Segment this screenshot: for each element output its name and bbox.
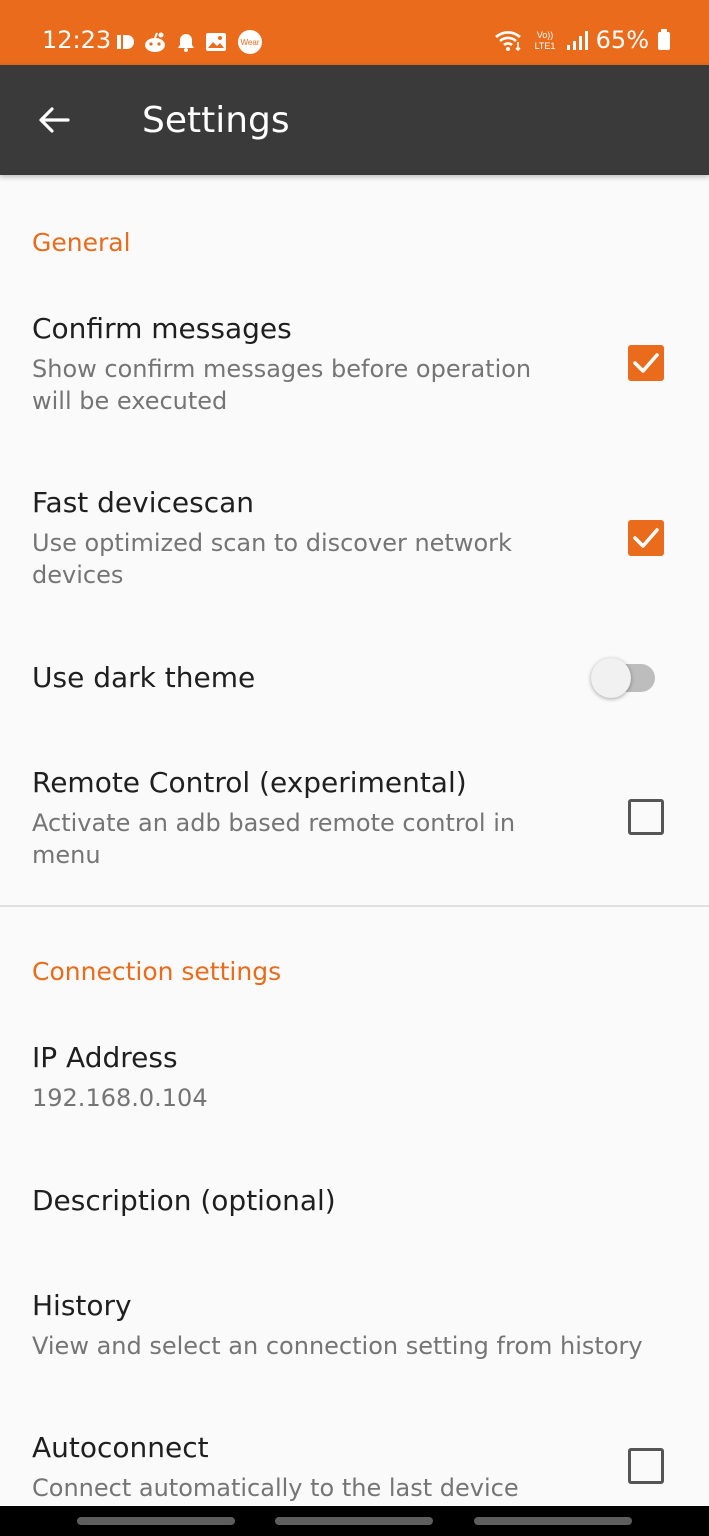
pref-title: Confirm messages <box>32 312 292 345</box>
section-header-connection: Connection settings <box>32 957 282 986</box>
status-system-icons: Vo)) LTE1 65% <box>494 24 671 56</box>
pref-description[interactable]: Description (optional) <box>0 1163 709 1243</box>
pref-title: Use dark theme <box>32 661 256 694</box>
settings-screen: 12:23 Wear Vo)) LTE1 65% Settings Genera… <box>0 0 709 1536</box>
pref-remote-control[interactable]: Remote Control (experimental) Activate a… <box>0 745 709 895</box>
pref-title: Remote Control (experimental) <box>32 766 467 799</box>
pref-history[interactable]: History View and select an connection se… <box>0 1268 709 1378</box>
status-notification-icons: Wear <box>116 28 264 56</box>
battery-icon <box>658 29 670 50</box>
pref-autoconnect[interactable]: Autoconnect Connect automatically to the… <box>0 1410 709 1506</box>
pref-dark-theme[interactable]: Use dark theme <box>0 640 709 720</box>
remote-control-checkbox[interactable] <box>628 799 664 835</box>
checkmark-icon <box>633 528 659 548</box>
page-title: Settings <box>142 100 290 141</box>
gallery-icon <box>206 33 226 51</box>
pref-title: History <box>32 1289 132 1322</box>
wear-icon: Wear <box>238 30 262 54</box>
autoconnect-checkbox[interactable] <box>628 1448 664 1484</box>
pref-summary: View and select an connection setting fr… <box>32 1332 643 1360</box>
pref-fast-devicescan[interactable]: Fast devicescan Use optimized scan to di… <box>0 465 709 615</box>
nav-recents-handle[interactable] <box>77 1517 235 1525</box>
pref-ip-address[interactable]: IP Address 192.168.0.104 <box>0 1020 709 1130</box>
pref-title: Description (optional) <box>32 1184 336 1217</box>
navigation-bar <box>0 1506 709 1536</box>
dark-theme-switch[interactable] <box>591 658 655 698</box>
svg-text:Vo)): Vo)) <box>536 30 553 40</box>
svg-text:LTE1: LTE1 <box>534 41 555 51</box>
pref-confirm-messages[interactable]: Confirm messages Show confirm messages b… <box>0 290 709 440</box>
battery-percentage: 65% <box>595 26 649 54</box>
volte-icon: Vo)) LTE1 <box>534 30 555 51</box>
svg-text:Wear: Wear <box>241 38 260 47</box>
notification-icon <box>178 34 194 52</box>
confirm-messages-checkbox[interactable] <box>628 345 664 381</box>
status-time: 12:23 <box>42 26 112 54</box>
nav-back-handle[interactable] <box>474 1517 632 1525</box>
section-divider <box>0 905 709 907</box>
pref-title: Autoconnect <box>32 1431 209 1464</box>
fast-devicescan-checkbox[interactable] <box>628 520 664 556</box>
checkmark-icon <box>633 353 659 373</box>
wifi-icon <box>494 31 521 52</box>
status-bar: 12:23 Wear Vo)) LTE1 65% <box>0 0 709 65</box>
pref-summary: Use optimized scan to discover network d… <box>32 529 512 589</box>
pref-summary: Activate an adb based remote control in … <box>32 809 516 869</box>
signal-icon <box>566 31 588 50</box>
reddit-icon <box>145 32 165 52</box>
back-button[interactable] <box>24 92 84 148</box>
section-header-general: General <box>32 228 131 257</box>
pref-summary: 192.168.0.104 <box>32 1084 208 1112</box>
nav-home-handle[interactable] <box>275 1517 433 1525</box>
pref-summary: Connect automatically to the last device <box>32 1474 519 1502</box>
id-icon <box>117 35 134 49</box>
app-bar: Settings <box>0 65 709 175</box>
switch-thumb <box>591 658 631 698</box>
arrow-left-icon <box>39 107 70 133</box>
pref-title: Fast devicescan <box>32 486 255 519</box>
pref-title: IP Address <box>32 1041 178 1074</box>
pref-summary: Show confirm messages before operation w… <box>32 355 532 415</box>
